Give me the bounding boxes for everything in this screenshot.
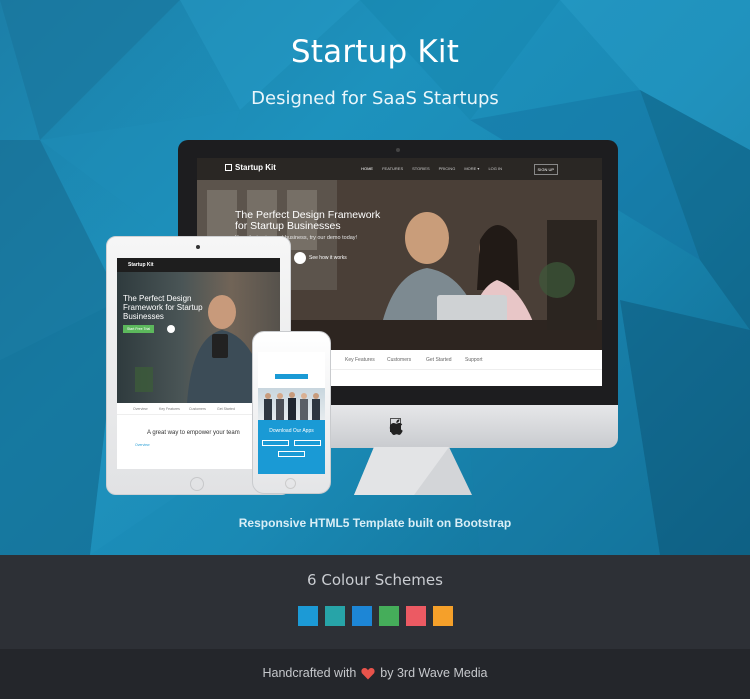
preview-headline: The Perfect Design Framework for Startup… (235, 209, 381, 232)
tablet-section-heading: A great way to empower your team (147, 430, 240, 436)
team-photo (258, 388, 325, 420)
tab-customers[interactable]: Customers (387, 357, 411, 363)
windows-store-badge[interactable] (278, 451, 305, 457)
tablet-headline: The Perfect Design Framework for Startup… (123, 294, 203, 321)
nav-stories[interactable]: STORIES (412, 166, 430, 171)
tab-overview[interactable]: Overview (133, 407, 148, 411)
tab-get-started[interactable]: Get Started (217, 407, 235, 411)
swatch-teal[interactable] (325, 606, 345, 626)
play-icon[interactable] (167, 325, 175, 333)
nav-pricing[interactable]: PRICING (439, 166, 456, 171)
camera-icon (196, 245, 200, 249)
credits-footer: Handcrafted with by 3rd Wave Media (0, 649, 750, 699)
google-play-badge[interactable] (294, 440, 321, 446)
imac-stand (354, 447, 472, 495)
tagline: Responsive HTML5 Template built on Boots… (238, 516, 512, 530)
swatch-red[interactable] (406, 606, 426, 626)
tablet-brand: Startup Kit (128, 262, 154, 268)
play-icon[interactable] (294, 252, 306, 264)
phone-screen: Download Our Apps (258, 352, 325, 474)
tablet-section-link[interactable]: Overview (135, 443, 150, 447)
credits-suffix: by 3rd Wave Media (380, 666, 488, 680)
tab-key-features[interactable]: Key Features (159, 407, 180, 411)
nav-login[interactable]: LOG IN (488, 166, 502, 171)
hero-section: Startup Kit Designed for SaaS Startups … (0, 0, 750, 555)
preview-navbar: Startup Kit HOME FEATURES STORIES PRICIN… (197, 158, 602, 180)
download-section: Download Our Apps (258, 420, 325, 474)
nav-more[interactable]: MORE ▾ (464, 166, 479, 171)
apple-icon (389, 419, 403, 435)
swatch-blue[interactable] (298, 606, 318, 626)
schemes-title: 6 Colour Schemes (307, 571, 443, 589)
nav-home[interactable]: HOME (361, 166, 373, 171)
start-trial-button[interactable]: Start Free Trial (123, 325, 155, 333)
tab-support[interactable]: Support (465, 357, 483, 363)
swatch-list (298, 606, 453, 626)
credits-line: Handcrafted with by 3rd Wave Media (0, 666, 750, 680)
support-button[interactable] (275, 374, 308, 379)
tab-customers[interactable]: Customers (189, 407, 206, 411)
tab-get-started[interactable]: Get Started (426, 357, 452, 363)
preview-nav-links: HOME FEATURES STORIES PRICING MORE ▾ LOG… (361, 166, 502, 171)
colour-schemes-section: 6 Colour Schemes (0, 555, 750, 649)
signup-button[interactable]: SIGN UP (533, 164, 558, 175)
home-button-icon (190, 477, 204, 491)
credits-prefix: Handcrafted with (262, 666, 357, 680)
page-subtitle: Designed for SaaS Startups (251, 88, 499, 109)
swatch-green[interactable] (379, 606, 399, 626)
nav-features[interactable]: FEATURES (382, 166, 403, 171)
play-label[interactable]: See how it works (309, 255, 347, 261)
tablet-navbar: Startup Kit (117, 258, 280, 272)
home-button-icon (285, 478, 296, 489)
heart-icon (361, 667, 375, 679)
swatch-orange[interactable] (433, 606, 453, 626)
tab-key-features[interactable]: Key Features (345, 357, 375, 363)
cube-logo-icon (225, 164, 232, 171)
camera-icon (396, 148, 400, 152)
swatch-dark-blue[interactable] (352, 606, 372, 626)
page-title: Startup Kit (290, 34, 460, 70)
preview-brand: Startup Kit (235, 163, 276, 172)
team-figures (264, 392, 320, 420)
app-store-badge[interactable] (262, 440, 289, 446)
download-title: Download Our Apps (269, 428, 314, 434)
